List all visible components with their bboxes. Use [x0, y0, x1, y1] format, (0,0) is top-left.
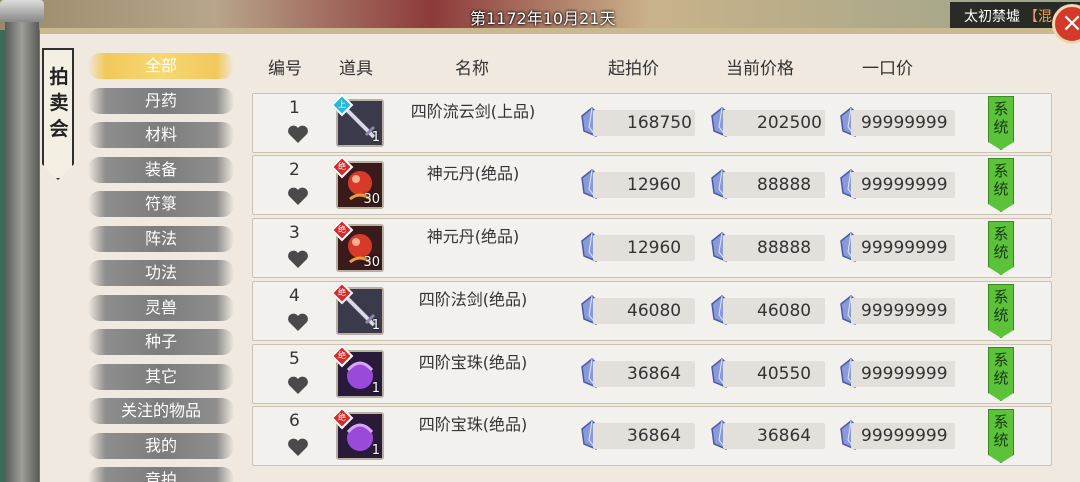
category-tab[interactable]: 功法	[88, 260, 234, 286]
auction-row[interactable]: 3 绝 30 神元丹(绝品) 12960 88888 99999999 系统	[252, 218, 1052, 278]
start-price: 46080	[593, 298, 695, 324]
category-tab[interactable]: 阵法	[88, 226, 234, 252]
category-tab[interactable]: 符箓	[88, 191, 234, 217]
category-tab[interactable]: 竞拍	[88, 467, 234, 482]
buyout-price: 99999999	[851, 423, 955, 449]
header-name: 名称	[455, 59, 489, 79]
item-quantity: 30	[363, 192, 380, 207]
start-price: 36864	[593, 361, 695, 387]
category-tab[interactable]: 全部	[88, 53, 234, 79]
current-price: 88888	[723, 235, 825, 261]
favorite-heart-icon[interactable]	[287, 186, 309, 206]
item-slot[interactable]: 绝1	[330, 406, 384, 460]
row-number: 6	[289, 411, 300, 431]
scroll-pole	[5, 0, 39, 482]
item-slot[interactable]: 绝 30	[330, 218, 384, 272]
row-number: 5	[289, 349, 300, 369]
item-slot[interactable]: 绝1	[330, 344, 384, 398]
category-tab[interactable]: 装备	[88, 157, 234, 183]
system-seller-tag: 系统	[988, 96, 1014, 150]
buyout-price: 99999999	[851, 110, 955, 136]
auction-row[interactable]: 5 绝 1 四阶宝珠(绝品) 36864 40550 99999999 系统	[252, 344, 1052, 404]
header-buyout-price: 一口价	[862, 59, 913, 79]
item-quantity: 1	[371, 443, 380, 458]
current-price: 40550	[723, 361, 825, 387]
auction-row[interactable]: 1 上 1 四阶流云剑(上品) 168750 202500 99999999 系统	[252, 93, 1052, 153]
favorite-heart-icon[interactable]	[287, 437, 309, 457]
buyout-price: 99999999	[851, 235, 955, 261]
page-title: 拍 卖 会	[49, 66, 69, 140]
item-quantity: 1	[371, 130, 380, 145]
header-start-price: 起拍价	[608, 59, 659, 79]
location-tag: 【混	[1024, 9, 1052, 25]
item-quantity: 1	[371, 381, 380, 396]
category-tab[interactable]: 材料	[88, 122, 234, 148]
buyout-price: 99999999	[851, 172, 955, 198]
current-price: 202500	[723, 110, 825, 136]
scroll-pole-cap	[0, 0, 44, 22]
header-item: 道具	[339, 59, 373, 79]
current-price: 88888	[723, 172, 825, 198]
close-icon: ×	[1061, 8, 1080, 38]
buyout-price: 99999999	[851, 361, 955, 387]
category-tab[interactable]: 种子	[88, 329, 234, 355]
start-price: 168750	[593, 110, 695, 136]
row-number: 1	[289, 98, 300, 118]
item-name: 四阶流云剑(上品)	[410, 102, 536, 121]
system-seller-tag: 系统	[988, 284, 1014, 338]
favorite-heart-icon[interactable]	[287, 375, 309, 395]
item-name: 神元丹(绝品)	[426, 227, 520, 246]
category-tab[interactable]: 关注的物品	[88, 398, 234, 424]
location-name: 太初禁墟	[964, 9, 1020, 25]
start-price: 12960	[593, 172, 695, 198]
favorite-heart-icon[interactable]	[287, 249, 309, 269]
category-tab[interactable]: 我的	[88, 433, 234, 459]
system-seller-tag: 系统	[988, 158, 1014, 212]
item-slot[interactable]: 上1	[330, 93, 384, 147]
buyout-price: 99999999	[851, 298, 955, 324]
item-name: 四阶法剑(绝品)	[418, 290, 528, 309]
item-name: 四阶宝珠(绝品)	[418, 353, 528, 372]
item-quantity: 1	[371, 318, 380, 333]
system-seller-tag: 系统	[988, 409, 1014, 463]
current-price: 46080	[723, 298, 825, 324]
category-tab[interactable]: 灵兽	[88, 295, 234, 321]
favorite-heart-icon[interactable]	[287, 312, 309, 332]
category-tab[interactable]: 丹药	[88, 88, 234, 114]
start-price: 12960	[593, 235, 695, 261]
favorite-heart-icon[interactable]	[287, 124, 309, 144]
category-tab[interactable]: 其它	[88, 364, 234, 390]
auction-row[interactable]: 6 绝 1 四阶宝珠(绝品) 36864 36864 99999999 系统	[252, 406, 1052, 466]
row-number: 2	[289, 160, 300, 180]
item-slot[interactable]: 绝 30	[330, 155, 384, 209]
system-seller-tag: 系统	[988, 221, 1014, 275]
auction-row[interactable]: 4 绝 1 四阶法剑(绝品) 46080 46080 99999999 系统	[252, 281, 1052, 341]
top-status-bar: 第1172年10月21天 太初禁墟 【混	[0, 0, 1080, 30]
auction-row[interactable]: 2 绝 30 神元丹(绝品) 12960 88888 99999999 系统	[252, 155, 1052, 215]
row-number: 3	[289, 223, 300, 243]
current-price: 36864	[723, 423, 825, 449]
system-seller-tag: 系统	[988, 347, 1014, 401]
game-date: 第1172年10月21天	[470, 9, 616, 28]
header-current-price: 当前价格	[726, 59, 794, 79]
item-slot[interactable]: 绝1	[330, 281, 384, 335]
row-number: 4	[289, 286, 300, 306]
auction-title-tag: 拍 卖 会	[42, 48, 74, 180]
start-price: 36864	[593, 423, 695, 449]
item-name: 神元丹(绝品)	[426, 164, 520, 183]
header-number: 编号	[268, 59, 302, 79]
item-name: 四阶宝珠(绝品)	[418, 415, 528, 434]
item-quantity: 30	[363, 255, 380, 270]
